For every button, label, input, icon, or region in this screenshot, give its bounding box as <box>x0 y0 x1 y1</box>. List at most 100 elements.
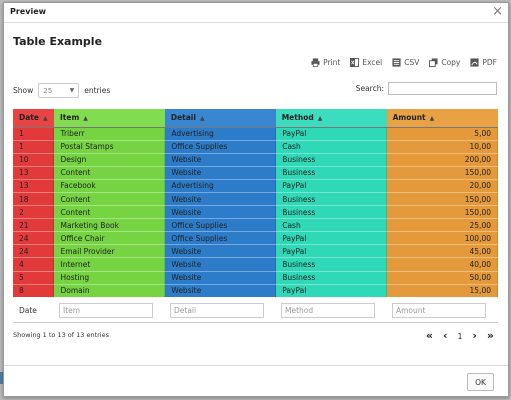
table-row[interactable]: 5 Hosting Website Business 50,00 <box>13 271 498 285</box>
next-page-icon[interactable]: › <box>472 330 477 341</box>
footer-divider <box>4 365 508 366</box>
column-header-method[interactable]: Method ▲ <box>275 109 387 128</box>
cell-item: Marketing Book <box>53 218 166 233</box>
copy-button[interactable]: Copy <box>429 58 460 67</box>
cell-date: 1 <box>13 140 55 154</box>
entries-per-page-value: 25 <box>43 86 53 95</box>
cell-amount: 100,00 <box>386 231 498 246</box>
cell-detail: Website <box>164 284 277 298</box>
cell-amount: 40,00 <box>386 257 498 272</box>
cell-item: Triberr <box>53 127 166 141</box>
print-label: Print <box>323 58 341 67</box>
cell-item: Office Chair <box>53 231 166 246</box>
copy-label: Copy <box>441 58 461 67</box>
table-row[interactable]: 24 Email Provider Website PayPal 45,00 <box>13 244 498 259</box>
column-filter-row: Date Item Detail Method Amount <box>13 299 498 323</box>
cell-method: PayPal <box>275 127 388 141</box>
cell-method: Business <box>275 166 388 180</box>
csv-icon <box>392 58 401 67</box>
cell-amount: 25,00 <box>386 218 498 233</box>
cell-detail: Website <box>164 244 277 259</box>
cell-detail: Website <box>164 153 277 167</box>
column-header-label: Method <box>281 113 314 123</box>
method-filter-input[interactable]: Method <box>281 303 375 318</box>
data-table: Date ▲ Item ▲ Detail ▲ Method ▲ Amount ▲ 1 Tri… <box>13 109 498 298</box>
print-button[interactable]: Print <box>311 58 340 67</box>
entries-per-page-select[interactable]: 25 ▼ <box>38 83 80 98</box>
cell-detail: Website <box>164 166 277 180</box>
table-row[interactable]: 2 Content Website Business 150,00 <box>13 205 498 220</box>
first-page-icon[interactable]: « <box>426 330 433 341</box>
cell-method: PayPal <box>275 244 388 259</box>
cell-detail: Office Supplies <box>164 218 277 233</box>
ok-button[interactable]: OK <box>467 373 494 391</box>
pdf-label: PDF <box>482 58 497 67</box>
search-input[interactable] <box>388 82 497 95</box>
column-header-date[interactable]: Date ▲ <box>13 109 54 128</box>
export-toolbar: Print Excel CSV Copy PDF <box>311 58 497 67</box>
csv-button[interactable]: CSV <box>392 58 419 67</box>
table-row[interactable]: 21 Marketing Book Office Supplies Cash 25,00 <box>13 218 498 233</box>
cell-item: Content <box>53 205 166 220</box>
cell-item: Internet <box>53 257 166 272</box>
column-header-item[interactable]: Item ▲ <box>53 109 165 128</box>
last-page-icon[interactable]: » <box>487 330 494 341</box>
cell-amount: 200,00 <box>386 153 498 167</box>
table-body: 1 Triberr Advertising PayPal 5,00 1 Postal Sta… <box>13 127 498 298</box>
cell-date: 4 <box>13 257 55 272</box>
copy-icon <box>429 58 438 67</box>
cell-amount: 50,00 <box>386 271 498 285</box>
excel-label: Excel <box>362 58 383 67</box>
excel-button[interactable]: Excel <box>350 58 382 67</box>
sort-icon: ▲ <box>83 115 88 123</box>
cell-date: 10 <box>13 153 55 167</box>
cell-amount: 20,00 <box>386 179 498 193</box>
cell-date: 13 <box>13 166 55 180</box>
detail-filter-input[interactable]: Detail <box>170 303 264 318</box>
cell-amount: 45,00 <box>386 244 498 259</box>
sort-icon: ▲ <box>429 115 435 123</box>
cell-date: 1 <box>13 127 55 141</box>
show-label: Show <box>13 86 34 95</box>
cell-item: Content <box>53 166 166 180</box>
cell-method: Business <box>275 153 388 167</box>
cell-detail: Advertising <box>164 127 277 141</box>
entries-label: entries <box>84 86 111 95</box>
cell-detail: Office Supplies <box>164 231 277 246</box>
cell-detail: Advertising <box>164 179 277 193</box>
previous-page-icon[interactable]: ‹ <box>443 330 448 341</box>
column-header-label: Amount <box>392 113 426 123</box>
page-number[interactable]: 1 <box>458 332 463 341</box>
table-row[interactable]: 8 Domain Website PayPal 15,00 <box>13 284 498 298</box>
cell-method: Cash <box>275 218 388 233</box>
table-row[interactable]: 13 Facebook Advertising PayPal 20,00 <box>13 179 498 193</box>
modal-header: Preview × <box>4 3 508 23</box>
column-header-amount[interactable]: Amount ▲ <box>386 109 498 128</box>
cell-amount: 150,00 <box>386 192 498 207</box>
cell-method: Cash <box>275 140 388 154</box>
cell-item: Content <box>53 192 166 207</box>
page-title: Table Example <box>13 35 103 48</box>
table-row[interactable]: 24 Office Chair Office Supplies PayPal 100,0… <box>13 231 498 246</box>
amount-filter-input[interactable]: Amount <box>392 303 486 318</box>
sort-icon: ▲ <box>199 115 205 123</box>
column-header-detail[interactable]: Detail ▲ <box>164 109 276 128</box>
cell-method: PayPal <box>275 284 388 298</box>
table-row[interactable]: 4 Internet Website Business 40,00 <box>13 257 498 272</box>
table-row[interactable]: 13 Content Website Business 150,00 <box>13 166 498 180</box>
cell-item: Postal Stamps <box>53 140 166 154</box>
cell-method: Business <box>275 192 388 207</box>
cell-date: 2 <box>13 205 55 220</box>
cell-detail: Website <box>164 257 277 272</box>
column-header-label: Item <box>59 113 80 123</box>
table-row[interactable]: 18 Content Website Business 150,00 <box>13 192 498 207</box>
table-row[interactable]: 1 Postal Stamps Office Supplies Cash 10,00 <box>13 140 498 154</box>
cell-amount: 5,00 <box>386 127 498 141</box>
item-filter-input[interactable]: Item <box>59 303 153 318</box>
cell-date: 18 <box>13 192 55 207</box>
table-row[interactable]: 1 Triberr Advertising PayPal 5,00 <box>13 127 498 141</box>
table-row[interactable]: 10 Design Website Business 200,00 <box>13 153 498 167</box>
cell-item: Facebook <box>53 179 166 193</box>
pdf-button[interactable]: PDF <box>470 58 497 67</box>
close-icon[interactable]: × <box>492 5 503 19</box>
